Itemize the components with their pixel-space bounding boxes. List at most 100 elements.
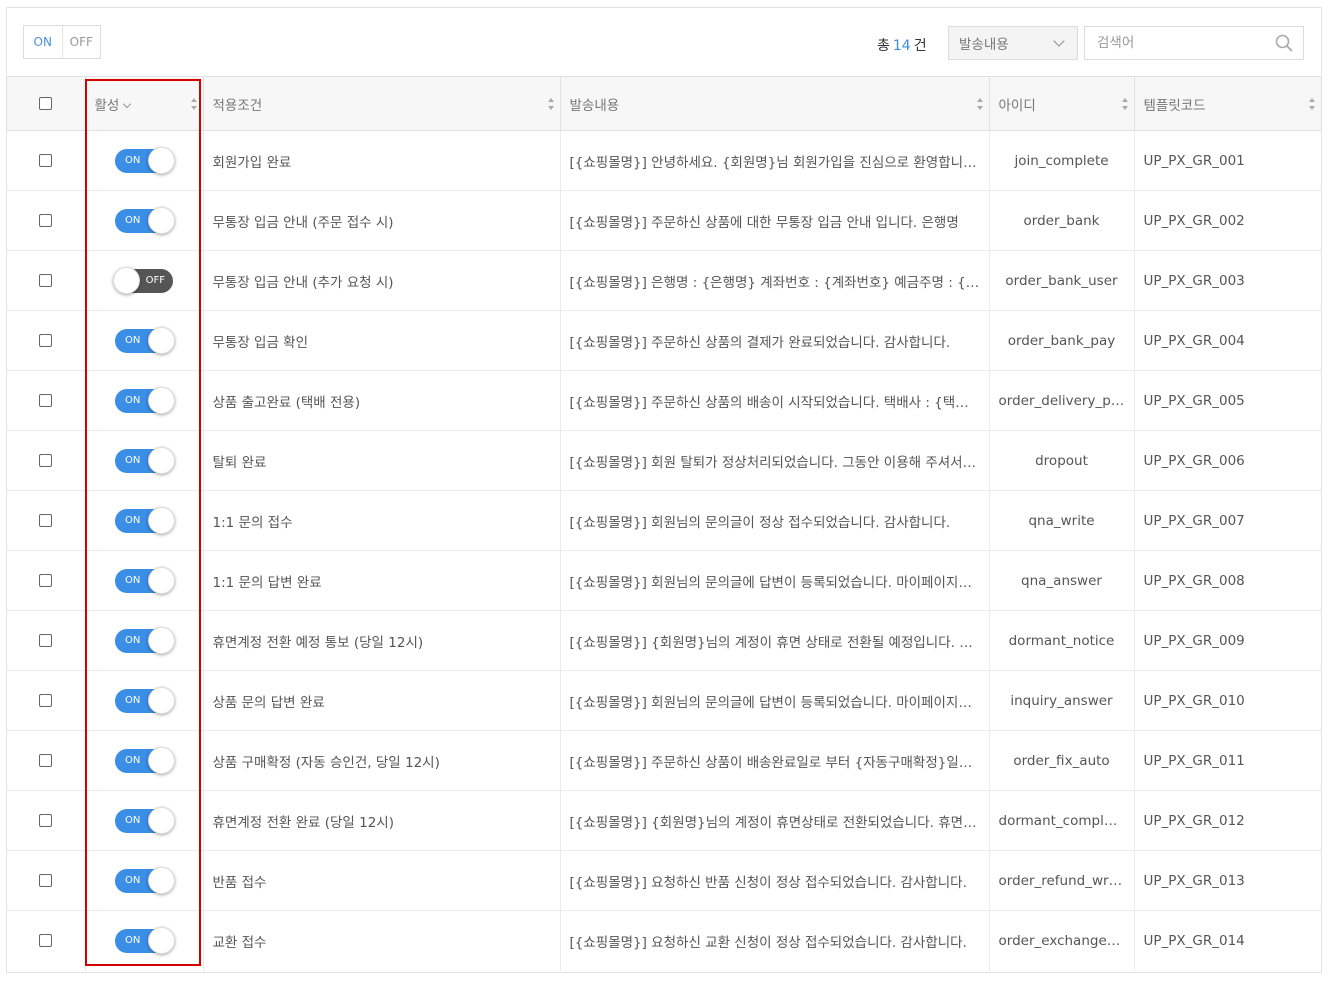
row-content[interactable]: [{쇼핑몰명}] 회원님의 문의글이 정상 접수되었습니다. 감사합니다. xyxy=(559,490,989,551)
toggle-knob xyxy=(148,386,175,414)
row-content[interactable]: [{쇼핑몰명}] 요청하신 교환 신청이 정상 접수되었습니다. 감사합니다. xyxy=(559,910,989,971)
row-id: inquiry_answer xyxy=(988,670,1134,731)
row-checkbox[interactable] xyxy=(39,274,53,287)
active-toggle[interactable]: OFF xyxy=(113,266,173,294)
active-toggle[interactable]: ON xyxy=(115,506,175,534)
row-condition[interactable]: 무통장 입금 안내 (주문 접수 시) xyxy=(202,190,560,251)
sort-icon[interactable] xyxy=(1309,97,1315,110)
row-content[interactable]: [{쇼핑몰명}] 안녕하세요. {회원명}님 회원가입을 진심으로 환영합니다. xyxy=(559,130,989,191)
sort-icon[interactable] xyxy=(190,97,197,110)
active-toggle[interactable]: ON xyxy=(115,626,175,654)
row-condition[interactable]: 교환 접수 xyxy=(202,910,560,971)
search-type-select[interactable]: 발송내용 xyxy=(948,26,1078,60)
row-checkbox[interactable] xyxy=(39,394,53,407)
filter-off-button[interactable]: OFF xyxy=(63,26,101,58)
row-content[interactable]: [{쇼핑몰명}] 요청하신 반품 신청이 정상 접수되었습니다. 감사합니다. xyxy=(559,850,989,911)
row-active-cell: ON xyxy=(84,850,203,911)
row-content[interactable]: [{쇼핑몰명}] 주문하신 상품에 대한 무통장 입금 안내 입니다. 은행명 xyxy=(559,190,989,251)
row-template-code: UP_PX_GR_002 xyxy=(1133,190,1321,251)
sort-icon[interactable] xyxy=(547,97,554,110)
row-content[interactable]: [{쇼핑몰명}] 은행명 : {은행명} 계좌번호 : {계좌번호} 예금주명 … xyxy=(559,250,989,311)
row-active-cell: ON xyxy=(84,910,203,971)
table-row[interactable]: ON 반품 접수 [{쇼핑몰명}] 요청하신 반품 신청이 정상 접수되었습니다. … xyxy=(7,850,1321,911)
active-toggle[interactable]: ON xyxy=(115,326,175,354)
table-row[interactable]: ON 무통장 입금 안내 (주문 접수 시) [{쇼핑몰명}] 주문하신 상품에 대… xyxy=(7,190,1321,251)
row-content[interactable]: [{쇼핑몰명}] 주문하신 상품이 배송완료일로 부터 {자동구매확정}일이 지… xyxy=(559,730,989,791)
active-toggle[interactable]: ON xyxy=(115,686,175,714)
header-condition[interactable]: 적용조건 xyxy=(202,76,560,131)
row-content[interactable]: [{쇼핑몰명}] 주문하신 상품의 결제가 완료되었습니다. 감사합니다. xyxy=(559,310,989,371)
row-active-cell: ON xyxy=(84,730,203,791)
sort-icon[interactable] xyxy=(976,97,983,110)
toggle-label: ON xyxy=(125,874,141,886)
row-checkbox[interactable] xyxy=(39,934,53,948)
row-condition[interactable]: 무통장 입금 안내 (추가 요청 시) xyxy=(202,250,560,311)
header-content-label: 발송내용 xyxy=(569,97,620,114)
table-row[interactable]: ON 휴면계정 전환 예정 통보 (당일 12시) [{쇼핑몰명}] {회원명}님의… xyxy=(7,610,1321,671)
chevron-down-icon xyxy=(1053,35,1065,47)
table-row[interactable]: ON 1:1 문의 답변 완료 [{쇼핑몰명}] 회원님의 문의글에 답변이 등록되… xyxy=(7,550,1321,611)
table-row[interactable]: ON 상품 출고완료 (택배 전용) [{쇼핑몰명}] 주문하신 상품의 배송이 시… xyxy=(7,370,1321,431)
active-toggle[interactable]: ON xyxy=(115,926,175,954)
row-checkbox[interactable] xyxy=(39,454,53,467)
row-template-code: UP_PX_GR_006 xyxy=(1133,430,1321,491)
row-checkbox[interactable] xyxy=(39,214,53,227)
header-active[interactable]: 활성 xyxy=(84,76,203,131)
table-row[interactable]: ON 상품 문의 답변 완료 [{쇼핑몰명}] 회원님의 문의글에 답변이 등록되었… xyxy=(7,670,1321,731)
row-checkbox[interactable] xyxy=(39,874,53,887)
row-checkbox[interactable] xyxy=(39,154,53,167)
row-content[interactable]: [{쇼핑몰명}] 주문하신 상품의 배송이 시작되었습니다. 택배사 : {택배… xyxy=(559,370,989,431)
row-checkbox[interactable] xyxy=(39,814,53,827)
active-toggle[interactable]: ON xyxy=(115,206,175,234)
row-condition[interactable]: 1:1 문의 접수 xyxy=(202,490,560,551)
row-condition[interactable]: 휴면계정 전환 완료 (당일 12시) xyxy=(202,790,560,851)
search-input[interactable] xyxy=(1095,34,1275,52)
row-id: join_complete xyxy=(988,130,1134,191)
row-content[interactable]: [{쇼핑몰명}] {회원명}님의 계정이 휴면상태로 전환되었습니다. 휴면 해… xyxy=(559,790,989,851)
active-toggle[interactable]: ON xyxy=(115,806,175,834)
row-condition[interactable]: 회원가입 완료 xyxy=(202,130,560,191)
active-toggle[interactable]: ON xyxy=(115,566,175,594)
toggle-knob xyxy=(148,866,175,894)
row-checkbox[interactable] xyxy=(39,574,53,587)
row-condition[interactable]: 휴면계정 전환 예정 통보 (당일 12시) xyxy=(202,610,560,671)
active-toggle[interactable]: ON xyxy=(115,446,175,474)
table-row[interactable]: ON 휴면계정 전환 완료 (당일 12시) [{쇼핑몰명}] {회원명}님의 계정… xyxy=(7,790,1321,851)
table-row[interactable]: ON 1:1 문의 접수 [{쇼핑몰명}] 회원님의 문의글이 정상 접수되었습니다… xyxy=(7,490,1321,551)
row-content[interactable]: [{쇼핑몰명}] 회원님의 문의글에 답변이 등록되었습니다. 마이페이지에서 … xyxy=(559,670,989,731)
table-row[interactable]: ON 탈퇴 완료 [{쇼핑몰명}] 회원 탈퇴가 정상처리되었습니다. 그동안 이용… xyxy=(7,430,1321,491)
row-checkbox[interactable] xyxy=(39,754,53,767)
row-condition[interactable]: 상품 구매확정 (자동 승인건, 당일 12시) xyxy=(202,730,560,791)
header-id[interactable]: 아이디 xyxy=(988,76,1134,131)
table-row[interactable]: ON 상품 구매확정 (자동 승인건, 당일 12시) [{쇼핑몰명}] 주문하신 … xyxy=(7,730,1321,791)
row-content[interactable]: [{쇼핑몰명}] {회원명}님의 계정이 휴면 상태로 전환될 예정입니다. 로… xyxy=(559,610,989,671)
active-toggle[interactable]: ON xyxy=(115,386,175,414)
filter-on-button[interactable]: ON xyxy=(24,26,63,58)
sort-icon[interactable] xyxy=(1121,97,1128,110)
table-row[interactable]: ON 무통장 입금 확인 [{쇼핑몰명}] 주문하신 상품의 결제가 완료되었습니다… xyxy=(7,310,1321,371)
row-checkbox[interactable] xyxy=(39,514,53,527)
row-checkbox[interactable] xyxy=(39,634,53,647)
row-content[interactable]: [{쇼핑몰명}] 회원 탈퇴가 정상처리되었습니다. 그동안 이용해 주셔서 감… xyxy=(559,430,989,491)
active-toggle[interactable]: ON xyxy=(115,746,175,774)
row-condition[interactable]: 상품 출고완료 (택배 전용) xyxy=(202,370,560,431)
row-condition[interactable]: 탈퇴 완료 xyxy=(202,430,560,491)
table-row[interactable]: ON 회원가입 완료 [{쇼핑몰명}] 안녕하세요. {회원명}님 회원가입을 진심… xyxy=(7,130,1321,191)
active-toggle[interactable]: ON xyxy=(115,146,175,174)
select-all-checkbox[interactable] xyxy=(39,97,53,110)
active-toggle[interactable]: ON xyxy=(115,866,175,894)
row-condition[interactable]: 1:1 문의 답변 완료 xyxy=(202,550,560,611)
header-template[interactable]: 템플릿코드 xyxy=(1133,76,1321,131)
total-prefix: 총 xyxy=(877,38,890,54)
row-content[interactable]: [{쇼핑몰명}] 회원님의 문의글에 답변이 등록되었습니다. 마이페이지에서 … xyxy=(559,550,989,611)
row-checkbox[interactable] xyxy=(39,694,53,707)
row-condition[interactable]: 무통장 입금 확인 xyxy=(202,310,560,371)
row-condition[interactable]: 상품 문의 답변 완료 xyxy=(202,670,560,731)
table-row[interactable]: OFF 무통장 입금 안내 (추가 요청 시) [{쇼핑몰명}] 은행명 : {은행… xyxy=(7,250,1321,311)
header-content[interactable]: 발송내용 xyxy=(559,76,989,131)
search-icon[interactable] xyxy=(1275,34,1293,52)
row-condition[interactable]: 반품 접수 xyxy=(202,850,560,911)
row-checkbox[interactable] xyxy=(39,334,53,347)
toggle-knob xyxy=(148,446,175,474)
table-row[interactable]: ON 교환 접수 [{쇼핑몰명}] 요청하신 교환 신청이 정상 접수되었습니다. … xyxy=(7,910,1321,971)
